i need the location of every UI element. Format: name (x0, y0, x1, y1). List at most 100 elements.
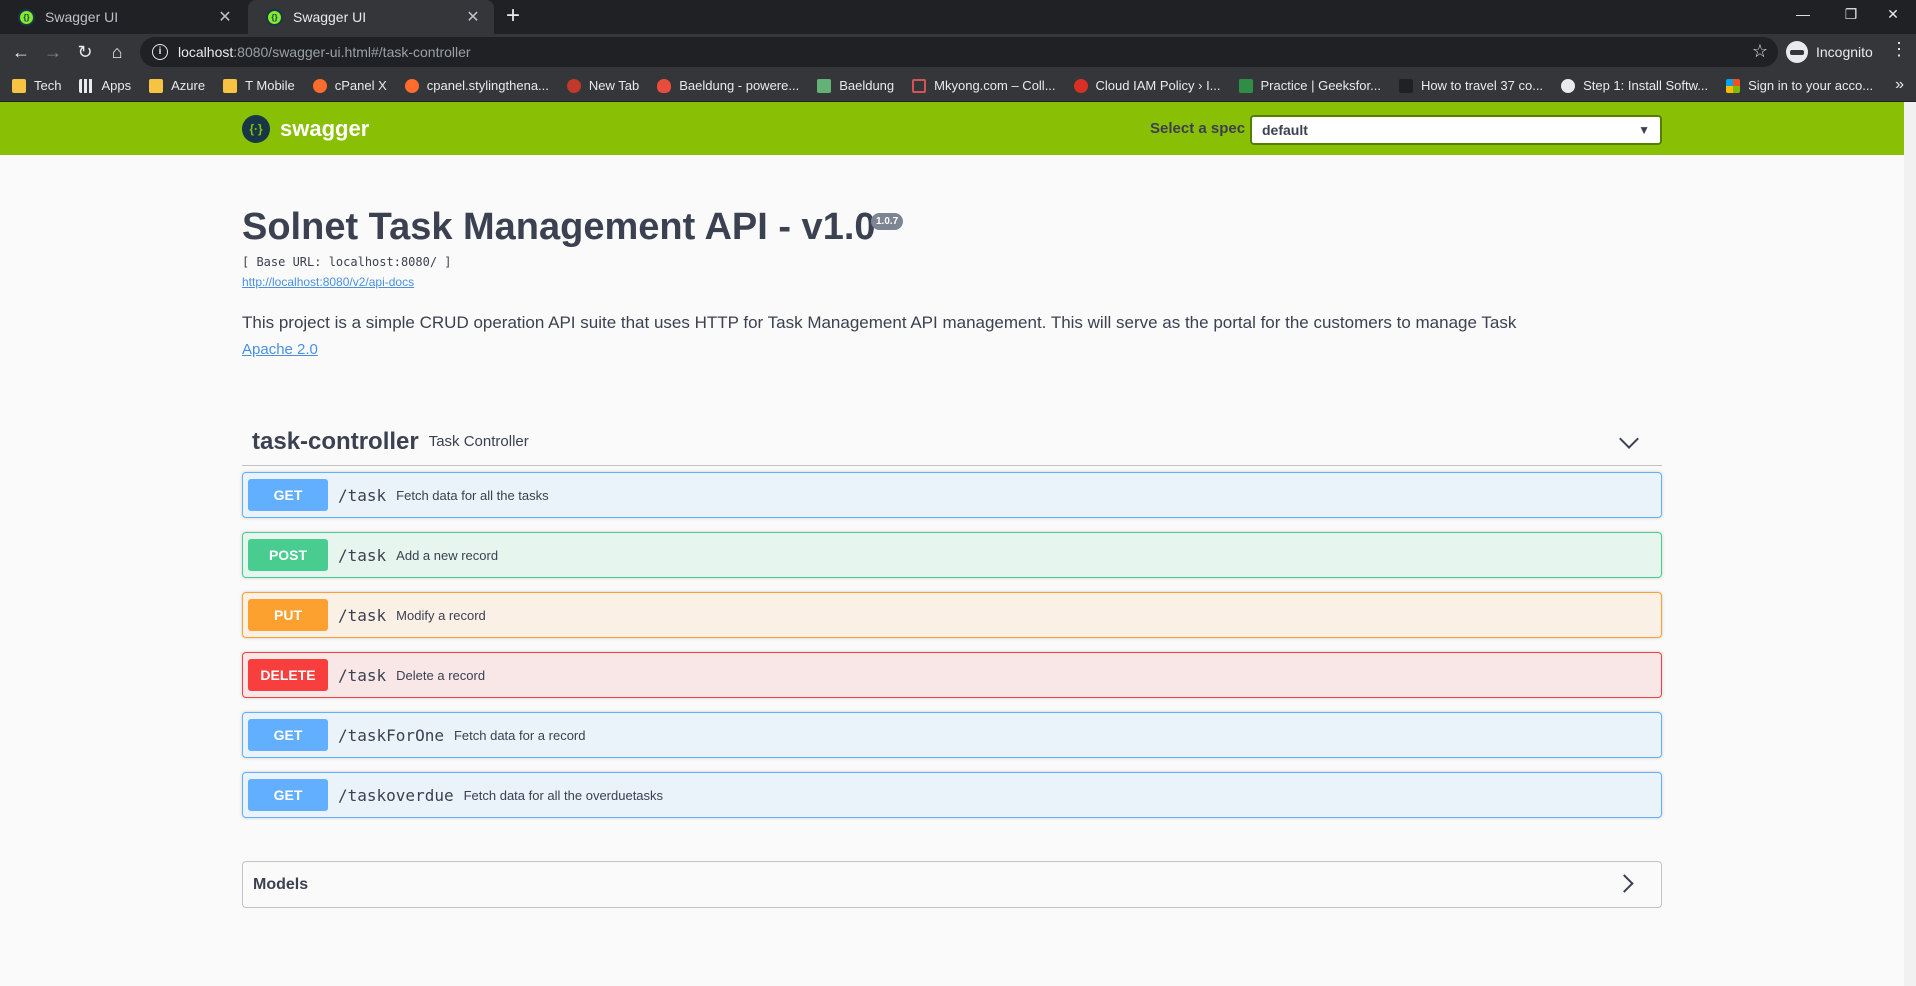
swagger-logo-icon: {·} (242, 115, 270, 143)
chevron-down-icon: ▼ (1638, 123, 1650, 137)
operation-get-taskforone[interactable]: GET /taskForOne Fetch data for a record (242, 712, 1662, 758)
apps-icon (79, 78, 94, 93)
operation-summary: Fetch data for a record (453, 727, 586, 743)
operation-path: /task (338, 545, 387, 565)
bookmark-star-icon[interactable]: ☆ (1752, 41, 1768, 62)
gfg-icon (1238, 78, 1253, 93)
new-tab-button[interactable]: + (500, 4, 526, 30)
close-tab-icon[interactable]: ✕ (216, 7, 234, 27)
swagger-favicon-icon: {} (18, 8, 35, 26)
more-bookmarks-icon[interactable]: » (1895, 76, 1904, 94)
url-text: localhost:8080/swagger-ui.html#/task-con… (178, 44, 471, 60)
address-bar[interactable]: i localhost:8080/swagger-ui.html#/task-c… (140, 37, 1778, 67)
bookmark-item[interactable]: Step 1: Install Softw... (1561, 78, 1708, 93)
operation-path: /taskoverdue (338, 785, 454, 805)
reload-icon[interactable]: ↻ (72, 39, 98, 65)
folder-icon (149, 78, 164, 93)
bookmark-item[interactable]: Tech (12, 78, 61, 93)
method-badge: POST (248, 539, 328, 571)
operation-path: /task (338, 605, 387, 625)
cpanel-icon (312, 78, 327, 93)
browser-tab[interactable]: {} Swagger UI ✕ (0, 0, 246, 34)
operation-summary: Fetch data for all the overduetasks (463, 787, 664, 803)
operation-summary: Modify a record (396, 607, 486, 623)
bookmarks-bar: Tech Apps Azure T Mobile cPanel X cpanel… (0, 70, 1916, 102)
microsoft-icon (1726, 78, 1741, 93)
operation-path: /task (338, 665, 387, 685)
fire-icon (657, 78, 672, 93)
site-info-icon[interactable]: i (152, 44, 168, 60)
cpanel-icon (404, 78, 419, 93)
bookmark-item[interactable]: Mkyong.com – Coll... (912, 78, 1056, 93)
swagger-topbar: {·} swagger Select a spec default ▼ (0, 102, 1904, 155)
globe-icon (1561, 78, 1576, 93)
bookmark-item[interactable]: Practice | Geeksfor... (1238, 78, 1381, 93)
models-section[interactable]: Models (242, 861, 1662, 908)
operation-get-taskoverdue[interactable]: GET /taskoverdue Fetch data for all the … (242, 772, 1662, 818)
bookmark-item[interactable]: New Tab (566, 78, 639, 93)
browser-tab-active[interactable]: {} Swagger UI ✕ (248, 0, 494, 34)
spec-select-value: default (1262, 122, 1308, 138)
folder-icon (223, 78, 238, 93)
tag-name: task-controller (252, 427, 419, 455)
api-docs-link[interactable]: http://localhost:8080/v2/api-docs (242, 275, 414, 289)
base-url: [ Base URL: localhost:8080/ ] (242, 255, 452, 269)
bookmark-item[interactable]: Azure (149, 78, 205, 93)
tag-section-header[interactable]: task-controller Task Controller (242, 418, 1662, 466)
minimize-button[interactable]: — (1780, 0, 1826, 30)
api-title: Solnet Task Management API - v1.0 (242, 206, 876, 248)
bookmark-item[interactable]: Baeldung (817, 78, 894, 93)
operation-summary: Add a new record (396, 547, 499, 563)
incognito-icon (1786, 41, 1808, 63)
method-badge: DELETE (248, 659, 328, 691)
license-link[interactable]: Apache 2.0 (242, 341, 318, 358)
bookmark-item[interactable]: T Mobile (223, 78, 295, 93)
api-description: This project is a simple CRUD operation … (242, 313, 1517, 332)
incognito-indicator[interactable]: Incognito (1786, 38, 1873, 66)
folder-icon (12, 78, 26, 93)
incognito-label: Incognito (1816, 44, 1873, 60)
bookmark-item[interactable]: How to travel 37 co... (1398, 78, 1543, 93)
mkyong-icon (912, 78, 927, 93)
chevron-down-icon[interactable] (1619, 429, 1639, 449)
operation-path: /taskForOne (338, 725, 444, 745)
home-icon[interactable]: ⌂ (104, 39, 130, 65)
tag-description: Task Controller (428, 433, 529, 450)
page-scrollbar[interactable] (1904, 102, 1916, 986)
back-arrow-icon[interactable]: ← (8, 39, 34, 65)
operation-summary: Delete a record (396, 667, 486, 683)
operation-post-task[interactable]: POST /task Add a new record (242, 532, 1662, 578)
bookmark-item[interactable]: Sign in to your acco... (1726, 78, 1873, 93)
version-badge: 1.0.7 (871, 213, 904, 230)
chevron-right-icon[interactable] (1615, 874, 1634, 893)
close-tab-icon[interactable]: ✕ (464, 7, 482, 27)
swagger-logo-text: swagger (280, 116, 370, 141)
spec-select[interactable]: default ▼ (1250, 115, 1662, 145)
tab-title: Swagger UI (45, 9, 119, 25)
swagger-favicon-icon: {} (266, 8, 283, 26)
models-title: Models (253, 875, 309, 893)
close-window-button[interactable]: ✕ (1870, 0, 1916, 30)
dev-icon (566, 78, 581, 93)
bookmark-item[interactable]: Baeldung - powere... (657, 78, 799, 93)
tab-strip: {} Swagger UI ✕ {} Swagger UI ✕ + — ❐ ✕ (0, 0, 1916, 34)
operation-put-task[interactable]: PUT /task Modify a record (242, 592, 1662, 638)
forward-arrow-icon[interactable]: → (40, 39, 66, 65)
leaf-icon (817, 78, 832, 93)
restore-button[interactable]: ❐ (1828, 0, 1874, 30)
method-badge: GET (248, 479, 328, 511)
operation-delete-task[interactable]: DELETE /task Delete a record (242, 652, 1662, 698)
dark-icon (1398, 78, 1413, 93)
browser-toolbar: ← → ↻ ⌂ i localhost:8080/swagger-ui.html… (0, 34, 1916, 70)
browser-menu-icon[interactable]: ⋮ (1890, 39, 1908, 60)
bookmark-item[interactable]: cPanel X (312, 78, 387, 93)
operation-get-task[interactable]: GET /task Fetch data for all the tasks (242, 472, 1662, 518)
swagger-logo[interactable]: {·} swagger (242, 115, 369, 143)
bookmark-item[interactable]: cpanel.stylingthena... (404, 78, 549, 93)
gcp-icon (1073, 78, 1088, 93)
method-badge: PUT (248, 599, 328, 631)
bookmark-item[interactable]: Apps (79, 78, 131, 93)
operation-summary: Fetch data for all the tasks (396, 487, 549, 503)
bookmark-item[interactable]: Cloud IAM Policy › I... (1073, 78, 1221, 93)
method-badge: GET (248, 719, 328, 751)
